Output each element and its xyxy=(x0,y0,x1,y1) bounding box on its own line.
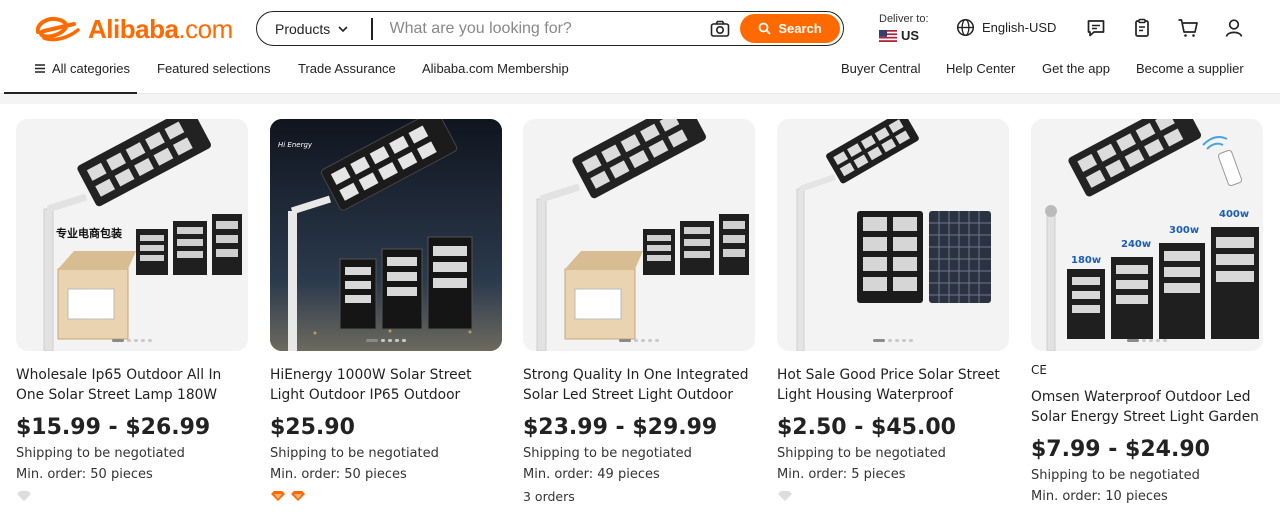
product-title[interactable]: Strong Quality In One Integrated Solar L… xyxy=(523,365,755,405)
product-title[interactable]: Omsen Waterproof Outdoor Led Solar Energ… xyxy=(1031,387,1263,427)
diamond-icon xyxy=(271,491,285,501)
alibaba-smile-icon xyxy=(35,17,80,42)
image-carousel-dots xyxy=(366,339,406,342)
product-image[interactable]: 专业电商包装 xyxy=(16,119,248,351)
product-card[interactable]: 专业电商包装 Wholesale Ip65 Outdoor All In One… xyxy=(16,119,248,502)
wattage-label: 400w xyxy=(1219,209,1249,220)
nav-featured-selections[interactable]: Featured selections xyxy=(157,61,270,76)
ce-cert-badge: CE xyxy=(1031,363,1047,377)
chevron-down-icon xyxy=(338,26,348,33)
street-light-image xyxy=(777,119,1009,351)
product-shipping: Shipping to be negotiated xyxy=(523,446,692,461)
product-min-order: Min. order: 50 pieces xyxy=(16,467,153,482)
street-light-image: 180w 240w 300w 400w xyxy=(1031,119,1263,351)
nav-all-categories-label: All categories xyxy=(52,61,131,76)
globe-icon xyxy=(956,18,975,37)
site-header: Alibaba.com Products Search Deliver to: … xyxy=(0,0,1280,94)
nav-membership[interactable]: Alibaba.com Membership xyxy=(422,61,569,76)
search-bar: Products Search xyxy=(256,11,844,46)
product-price: $25.90 xyxy=(270,415,355,440)
logo-brand: Alibaba xyxy=(88,13,179,44)
language-label: English-USD xyxy=(982,20,1057,35)
product-card[interactable]: Hi Energy HiEnergy 1000W Solar Street Li… xyxy=(270,119,502,502)
message-icon[interactable] xyxy=(1085,17,1107,39)
search-button[interactable]: Search xyxy=(740,14,840,43)
wattage-label: 300w xyxy=(1169,225,1199,236)
main-nav: All categories Featured selections Trade… xyxy=(0,58,1280,82)
product-title[interactable]: Hot Sale Good Price Solar Street Light H… xyxy=(777,365,1009,405)
image-brand-text: Hi Energy xyxy=(278,141,313,149)
search-button-label: Search xyxy=(778,21,822,36)
nav-become-supplier[interactable]: Become a supplier xyxy=(1136,61,1244,76)
product-image[interactable] xyxy=(777,119,1009,351)
logo-suffix: .com xyxy=(178,13,233,44)
product-title[interactable]: Wholesale Ip65 Outdoor All In One Solar … xyxy=(16,365,248,405)
nav-get-the-app[interactable]: Get the app xyxy=(1042,61,1110,76)
image-carousel-dots xyxy=(112,339,152,342)
product-price: $15.99 - $26.99 xyxy=(16,415,211,440)
product-price: $7.99 - $24.90 xyxy=(1031,437,1210,462)
search-category-label: Products xyxy=(275,20,331,37)
product-min-order: Min. order: 49 pieces xyxy=(523,467,660,482)
search-icon xyxy=(758,22,771,35)
orders-icon[interactable] xyxy=(1131,17,1153,39)
product-orders: 3 orders xyxy=(523,489,575,504)
street-light-image: Hi Energy xyxy=(270,119,502,351)
image-carousel-dots xyxy=(1127,339,1167,342)
wattage-label: 180w xyxy=(1071,255,1101,266)
menu-icon xyxy=(35,64,45,73)
product-card[interactable]: 180w 240w 300w 400w CE Omsen Waterproof … xyxy=(1031,119,1263,507)
diamond-icon xyxy=(17,491,31,501)
product-image[interactable]: 180w 240w 300w 400w xyxy=(1031,119,1263,351)
deliver-country: US xyxy=(901,28,920,43)
image-caption: 专业电商包装 xyxy=(56,226,122,240)
search-input[interactable] xyxy=(372,12,708,45)
wattage-label: 240w xyxy=(1121,239,1151,250)
deliver-label: Deliver to: xyxy=(879,13,929,25)
nav-trade-assurance[interactable]: Trade Assurance xyxy=(298,61,396,76)
product-image[interactable]: Hi Energy xyxy=(270,119,502,351)
product-title[interactable]: HiEnergy 1000W Solar Street Light Outdoo… xyxy=(270,365,502,405)
us-flag-icon xyxy=(879,29,897,42)
product-min-order: Min. order: 5 pieces xyxy=(777,467,906,482)
image-carousel-dots xyxy=(873,339,913,342)
product-shipping: Shipping to be negotiated xyxy=(777,446,946,461)
header-separator xyxy=(0,94,1280,104)
nav-buyer-central[interactable]: Buyer Central xyxy=(841,61,920,76)
product-min-order: Min. order: 50 pieces xyxy=(270,467,407,482)
image-carousel-dots xyxy=(619,339,659,342)
user-icon[interactable] xyxy=(1223,17,1245,39)
product-image[interactable] xyxy=(523,119,755,351)
nav-all-categories[interactable]: All categories xyxy=(34,61,130,76)
cart-icon[interactable] xyxy=(1177,17,1199,39)
street-light-image: 专业电商包装 xyxy=(16,119,248,351)
product-shipping: Shipping to be negotiated xyxy=(16,446,185,461)
product-shipping: Shipping to be negotiated xyxy=(1031,468,1200,483)
alibaba-logo[interactable]: Alibaba.com xyxy=(34,12,233,46)
product-card[interactable]: Strong Quality In One Integrated Solar L… xyxy=(523,119,755,507)
search-category-select[interactable]: Products xyxy=(257,12,371,45)
diamond-icon xyxy=(778,491,792,501)
camera-icon[interactable] xyxy=(708,17,732,41)
product-min-order: Min. order: 10 pieces xyxy=(1031,489,1168,504)
product-price: $23.99 - $29.99 xyxy=(523,415,718,440)
language-selector[interactable]: English-USD xyxy=(956,18,1056,37)
nav-help-center[interactable]: Help Center xyxy=(946,61,1015,76)
diamond-icon xyxy=(291,491,305,501)
street-light-image xyxy=(523,119,755,351)
product-card[interactable]: Hot Sale Good Price Solar Street Light H… xyxy=(777,119,1009,502)
product-price: $2.50 - $45.00 xyxy=(777,415,956,440)
product-shipping: Shipping to be negotiated xyxy=(270,446,439,461)
deliver-to[interactable]: Deliver to: US xyxy=(879,13,929,43)
